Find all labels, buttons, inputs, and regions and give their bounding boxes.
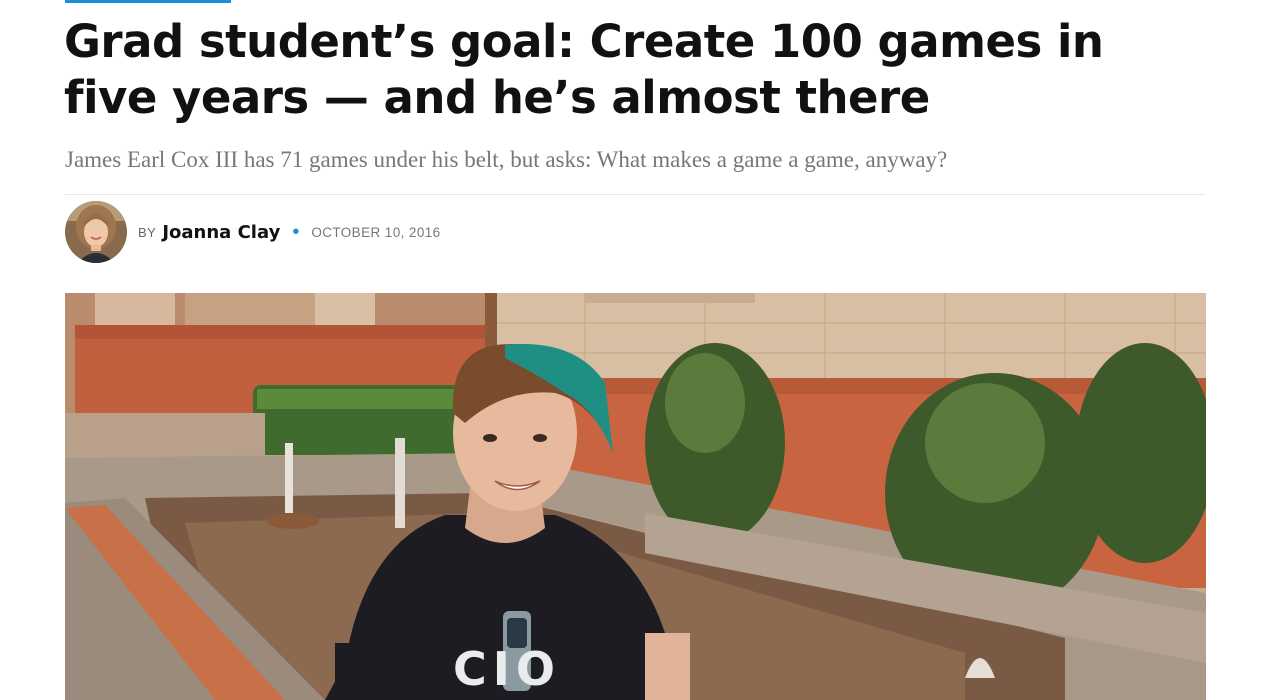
author-name-link[interactable]: Joanna Clay [162,222,280,243]
header-divider [65,194,1205,195]
byline-separator-dot: • [292,221,300,243]
byline: BY Joanna Clay • OCTOBER 10, 2016 [65,201,441,263]
hero-image[interactable]: CIO [65,293,1206,700]
publish-date: OCTOBER 10, 2016 [311,224,441,240]
shirt-text: CIO [453,642,561,696]
article-subheadline: James Earl Cox III has 71 games under hi… [65,147,948,172]
byline-prefix: BY [138,224,157,240]
article-headline: Grad student’s goal: Create 100 games in… [64,15,1104,124]
article-page: Grad student’s goal: Create 100 games in… [0,0,1270,700]
author-avatar[interactable] [65,201,127,263]
category-accent-bar [65,0,231,3]
